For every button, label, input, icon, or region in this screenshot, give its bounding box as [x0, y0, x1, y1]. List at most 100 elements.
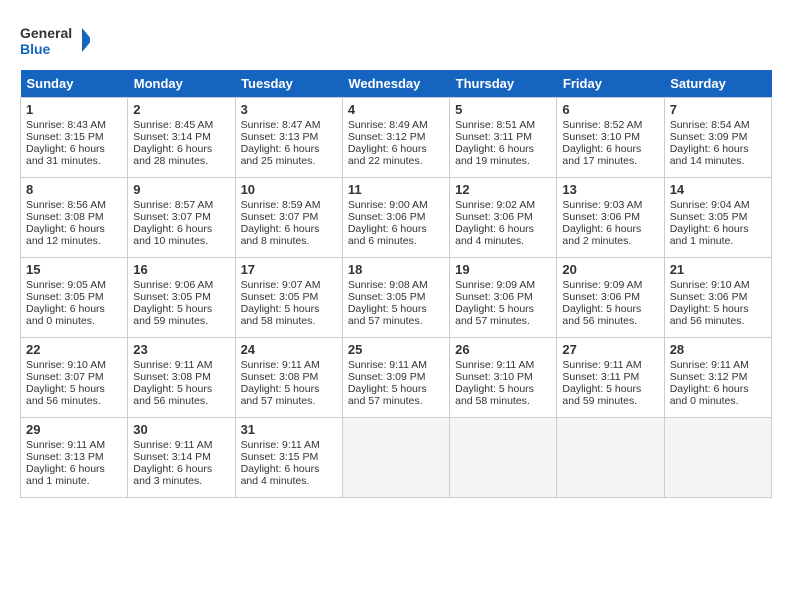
day-number: 28 — [670, 342, 766, 357]
calendar-cell: 27Sunrise: 9:11 AMSunset: 3:11 PMDayligh… — [557, 338, 664, 418]
calendar-cell: 22Sunrise: 9:10 AMSunset: 3:07 PMDayligh… — [21, 338, 128, 418]
day-info: Daylight: 6 hours — [133, 223, 229, 235]
day-info: Sunset: 3:05 PM — [26, 291, 122, 303]
logo: General Blue — [20, 20, 90, 60]
header-row: SundayMondayTuesdayWednesdayThursdayFrid… — [21, 70, 772, 98]
calendar-cell: 20Sunrise: 9:09 AMSunset: 3:06 PMDayligh… — [557, 258, 664, 338]
day-info: and 58 minutes. — [455, 395, 551, 407]
calendar-cell: 6Sunrise: 8:52 AMSunset: 3:10 PMDaylight… — [557, 98, 664, 178]
day-info: and 14 minutes. — [670, 155, 766, 167]
calendar-cell: 18Sunrise: 9:08 AMSunset: 3:05 PMDayligh… — [342, 258, 449, 338]
week-row-5: 29Sunrise: 9:11 AMSunset: 3:13 PMDayligh… — [21, 418, 772, 498]
logo-svg: General Blue — [20, 20, 90, 60]
day-number: 10 — [241, 182, 337, 197]
day-info: Daylight: 5 hours — [133, 383, 229, 395]
calendar-cell: 24Sunrise: 9:11 AMSunset: 3:08 PMDayligh… — [235, 338, 342, 418]
day-info: Daylight: 6 hours — [670, 143, 766, 155]
day-info: and 57 minutes. — [241, 395, 337, 407]
day-info: and 57 minutes. — [455, 315, 551, 327]
calendar-cell: 3Sunrise: 8:47 AMSunset: 3:13 PMDaylight… — [235, 98, 342, 178]
day-info: Sunrise: 8:49 AM — [348, 119, 444, 131]
calendar-cell: 2Sunrise: 8:45 AMSunset: 3:14 PMDaylight… — [128, 98, 235, 178]
day-info: and 59 minutes. — [133, 315, 229, 327]
calendar-cell: 9Sunrise: 8:57 AMSunset: 3:07 PMDaylight… — [128, 178, 235, 258]
day-info: Sunset: 3:06 PM — [562, 211, 658, 223]
day-info: Daylight: 6 hours — [26, 463, 122, 475]
day-number: 2 — [133, 102, 229, 117]
calendar-cell: 28Sunrise: 9:11 AMSunset: 3:12 PMDayligh… — [664, 338, 771, 418]
day-info: Sunrise: 9:11 AM — [455, 359, 551, 371]
day-info: Sunrise: 8:47 AM — [241, 119, 337, 131]
day-info: Sunset: 3:05 PM — [241, 291, 337, 303]
day-info: Sunset: 3:15 PM — [241, 451, 337, 463]
calendar-cell: 8Sunrise: 8:56 AMSunset: 3:08 PMDaylight… — [21, 178, 128, 258]
day-number: 9 — [133, 182, 229, 197]
calendar-cell: 19Sunrise: 9:09 AMSunset: 3:06 PMDayligh… — [450, 258, 557, 338]
day-number: 22 — [26, 342, 122, 357]
day-info: Daylight: 6 hours — [133, 143, 229, 155]
day-info: Sunrise: 9:08 AM — [348, 279, 444, 291]
calendar-cell: 21Sunrise: 9:10 AMSunset: 3:06 PMDayligh… — [664, 258, 771, 338]
day-info: and 22 minutes. — [348, 155, 444, 167]
calendar-cell: 11Sunrise: 9:00 AMSunset: 3:06 PMDayligh… — [342, 178, 449, 258]
day-info: and 56 minutes. — [133, 395, 229, 407]
day-info: and 19 minutes. — [455, 155, 551, 167]
day-info: Sunset: 3:14 PM — [133, 131, 229, 143]
day-info: Daylight: 5 hours — [26, 383, 122, 395]
day-info: Sunrise: 8:43 AM — [26, 119, 122, 131]
day-info: Daylight: 6 hours — [348, 143, 444, 155]
day-info: Sunrise: 8:57 AM — [133, 199, 229, 211]
day-info: Daylight: 6 hours — [133, 463, 229, 475]
day-info: and 2 minutes. — [562, 235, 658, 247]
day-number: 17 — [241, 262, 337, 277]
day-info: Sunrise: 9:07 AM — [241, 279, 337, 291]
day-number: 29 — [26, 422, 122, 437]
day-info: Sunset: 3:12 PM — [670, 371, 766, 383]
day-info: Sunrise: 9:04 AM — [670, 199, 766, 211]
col-header-sunday: Sunday — [21, 70, 128, 98]
col-header-thursday: Thursday — [450, 70, 557, 98]
day-number: 26 — [455, 342, 551, 357]
day-info: Sunrise: 9:09 AM — [455, 279, 551, 291]
day-info: Sunset: 3:06 PM — [455, 211, 551, 223]
calendar-cell — [450, 418, 557, 498]
day-info: Daylight: 5 hours — [133, 303, 229, 315]
day-number: 16 — [133, 262, 229, 277]
day-info: Daylight: 5 hours — [562, 383, 658, 395]
day-info: Daylight: 6 hours — [26, 223, 122, 235]
day-info: and 17 minutes. — [562, 155, 658, 167]
calendar-cell: 1Sunrise: 8:43 AMSunset: 3:15 PMDaylight… — [21, 98, 128, 178]
col-header-wednesday: Wednesday — [342, 70, 449, 98]
day-info: Daylight: 5 hours — [241, 303, 337, 315]
day-number: 5 — [455, 102, 551, 117]
calendar-cell: 16Sunrise: 9:06 AMSunset: 3:05 PMDayligh… — [128, 258, 235, 338]
day-number: 23 — [133, 342, 229, 357]
day-number: 21 — [670, 262, 766, 277]
calendar-cell — [557, 418, 664, 498]
page-header: General Blue — [20, 20, 772, 60]
calendar-cell: 30Sunrise: 9:11 AMSunset: 3:14 PMDayligh… — [128, 418, 235, 498]
day-info: Sunrise: 9:00 AM — [348, 199, 444, 211]
day-info: Sunrise: 9:06 AM — [133, 279, 229, 291]
calendar-cell: 15Sunrise: 9:05 AMSunset: 3:05 PMDayligh… — [21, 258, 128, 338]
day-info: and 12 minutes. — [26, 235, 122, 247]
day-info: Sunrise: 8:54 AM — [670, 119, 766, 131]
day-info: Sunrise: 8:59 AM — [241, 199, 337, 211]
day-info: Sunset: 3:15 PM — [26, 131, 122, 143]
day-info: Sunrise: 8:51 AM — [455, 119, 551, 131]
calendar-cell: 4Sunrise: 8:49 AMSunset: 3:12 PMDaylight… — [342, 98, 449, 178]
day-info: Daylight: 6 hours — [241, 223, 337, 235]
day-info: Sunset: 3:06 PM — [455, 291, 551, 303]
calendar-cell: 31Sunrise: 9:11 AMSunset: 3:15 PMDayligh… — [235, 418, 342, 498]
day-info: and 0 minutes. — [26, 315, 122, 327]
col-header-saturday: Saturday — [664, 70, 771, 98]
day-number: 11 — [348, 182, 444, 197]
day-info: and 56 minutes. — [562, 315, 658, 327]
day-info: and 10 minutes. — [133, 235, 229, 247]
day-number: 13 — [562, 182, 658, 197]
day-info: and 8 minutes. — [241, 235, 337, 247]
day-number: 19 — [455, 262, 551, 277]
week-row-2: 8Sunrise: 8:56 AMSunset: 3:08 PMDaylight… — [21, 178, 772, 258]
day-number: 14 — [670, 182, 766, 197]
day-info: Sunset: 3:10 PM — [562, 131, 658, 143]
